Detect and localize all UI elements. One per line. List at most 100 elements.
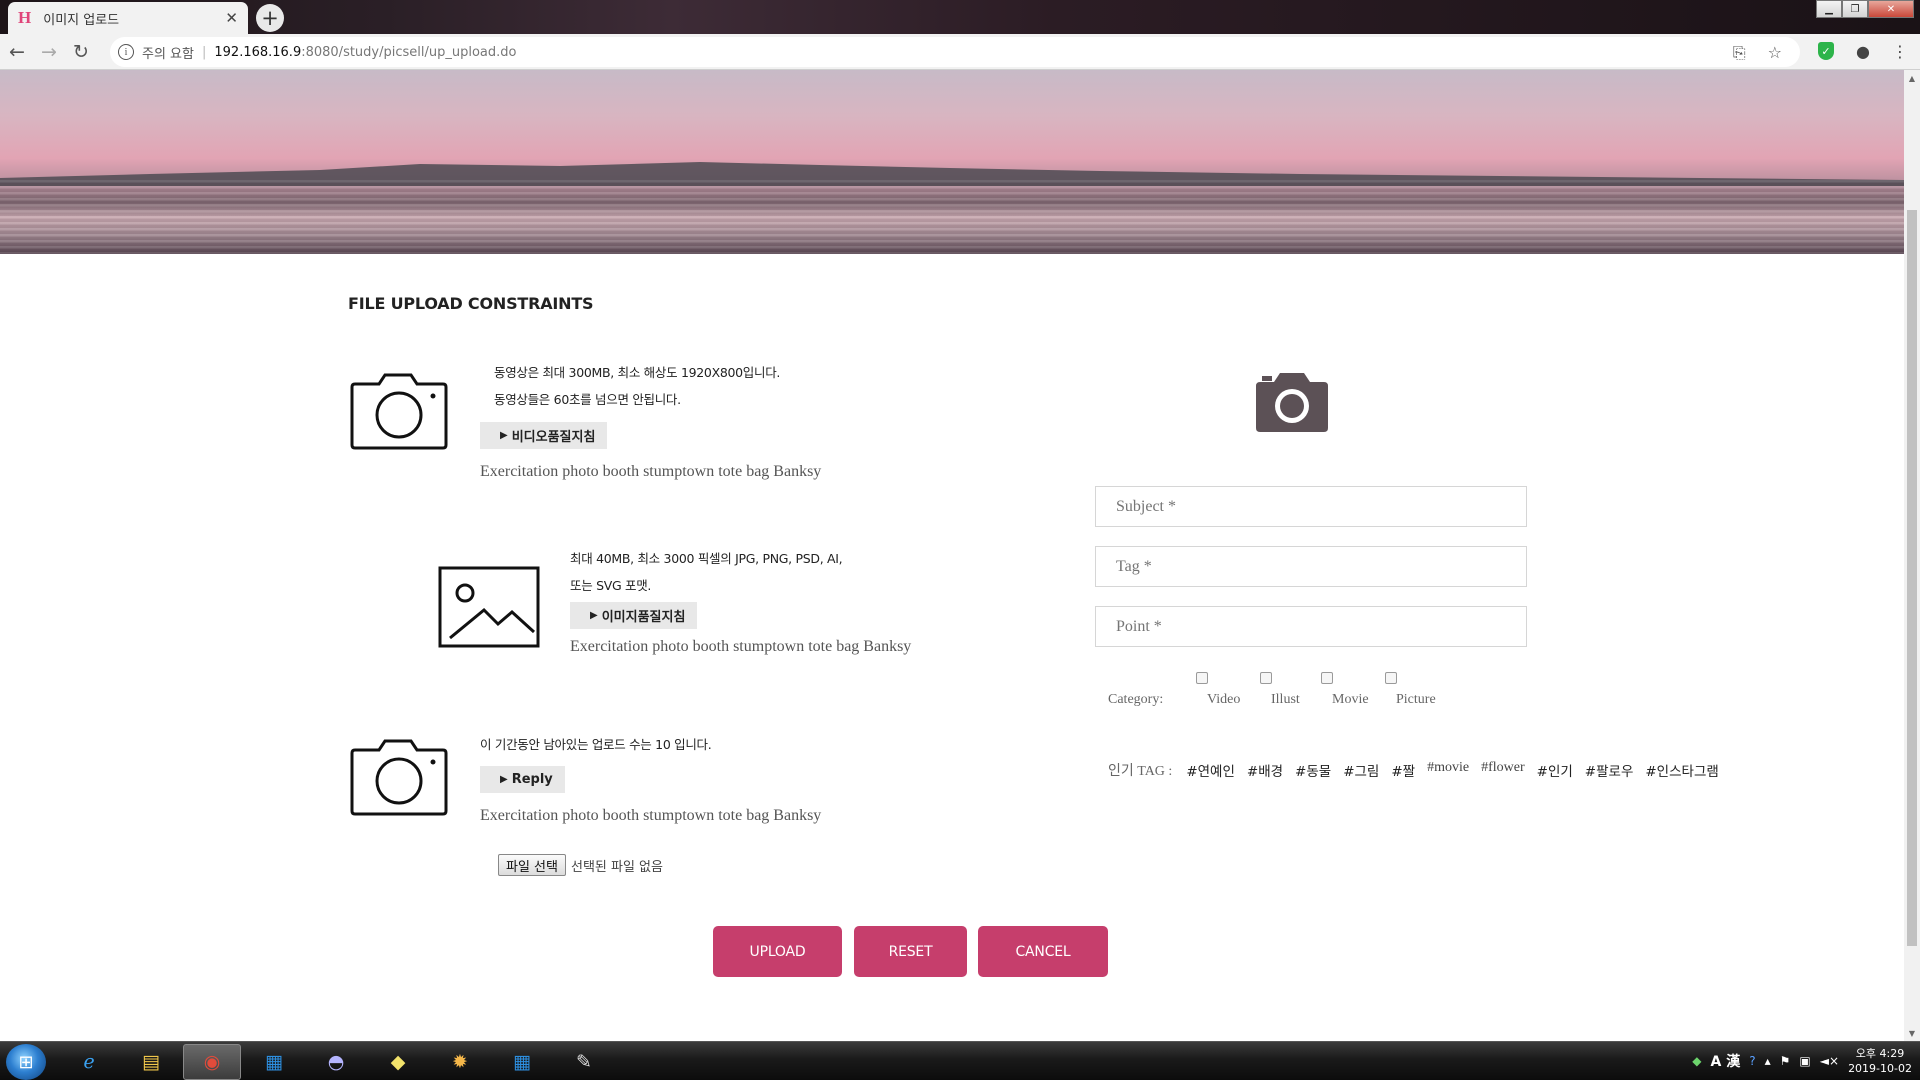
ime-indicator[interactable]: A 漢 [1711, 1051, 1741, 1071]
file-status-text: 선택된 파일 없음 [570, 859, 663, 875]
tab-title: 이미지 업로드 [43, 12, 120, 28]
toolbar-right: ✓ ● ⋮ [1818, 42, 1908, 61]
subject-input[interactable] [1095, 486, 1527, 527]
chrome-icon[interactable]: ◉ [183, 1044, 241, 1080]
scroll-up-arrow-icon[interactable]: ▲ [1904, 70, 1920, 86]
sticky-notes-icon[interactable]: ◆ [369, 1044, 427, 1080]
camera-icon [350, 739, 448, 816]
new-tab-button[interactable]: + [256, 4, 284, 32]
category-checkbox[interactable] [1196, 672, 1208, 684]
profile-icon[interactable]: ● [1856, 42, 1870, 61]
video-description: Exercitation photo booth stumptown tote … [480, 463, 822, 480]
popular-tag[interactable]: #짤 [1391, 760, 1415, 780]
scroll-down-arrow-icon[interactable]: ▼ [1904, 1025, 1920, 1041]
address-separator: | [201, 44, 207, 60]
minimize-button[interactable]: ▁ [1816, 0, 1842, 18]
reset-button[interactable]: RESET [854, 926, 967, 977]
translate-icon[interactable]: ⎘ [1733, 43, 1746, 63]
tab-close-icon[interactable]: ✕ [225, 9, 238, 27]
popular-tag[interactable]: #배경 [1247, 760, 1283, 780]
bandizip-icon[interactable]: ▦ [493, 1044, 551, 1080]
clock-date: 2019-10-02 [1848, 1062, 1912, 1075]
category-option-label: Video [1207, 692, 1241, 707]
popular-tag[interactable]: #팔로우 [1585, 760, 1634, 780]
reply-button[interactable]: Reply [480, 766, 565, 793]
upload-button[interactable]: UPLOAD [713, 926, 842, 977]
popular-tag[interactable]: #인스타그램 [1645, 760, 1718, 780]
system-clock[interactable]: 오후 4:29 2019-10-02 [1848, 1046, 1912, 1076]
browser-toolbar: ← → ↻ i 주의 요함 | 192.168.16.9:8080/study/… [0, 34, 1920, 70]
bookmark-star-icon[interactable]: ☆ [1768, 43, 1782, 63]
reload-button[interactable]: ↻ [66, 37, 96, 67]
popular-tag[interactable]: #movie [1427, 760, 1469, 780]
eclipse-icon[interactable]: ◓ [307, 1044, 365, 1080]
bandicam-icon[interactable]: ▦ [245, 1044, 303, 1080]
section-title: FILE UPLOAD CONSTRAINTS [348, 294, 594, 313]
address-bar[interactable]: i 주의 요함 | 192.168.16.9:8080/study/picsel… [110, 37, 1800, 67]
popular-tag[interactable]: #동물 [1295, 760, 1331, 780]
tray-expand-icon[interactable]: ▴ [1765, 1054, 1771, 1068]
back-button[interactable]: ← [2, 37, 32, 67]
popular-tag[interactable]: #인기 [1537, 760, 1573, 780]
upload-remaining-text: 이 기간동안 남아있는 업로드 수는 10 입니다. [480, 737, 712, 752]
file-explorer-icon[interactable]: ▤ [122, 1044, 180, 1080]
choose-file-button[interactable]: 파일 선택 [498, 854, 566, 876]
internet-explorer-icon[interactable]: ℯ [60, 1044, 118, 1080]
popular-tag[interactable]: #그림 [1343, 760, 1379, 780]
volume-muted-icon[interactable]: ◄× [1820, 1054, 1839, 1068]
camera-icon [350, 373, 448, 450]
shield-tray-icon[interactable]: ◆ [1692, 1054, 1701, 1068]
category-checkbox[interactable] [1260, 672, 1272, 684]
video-constraint-line1: 동영상은 최대 300MB, 최소 해상도 1920X800입니다. [494, 365, 781, 380]
file-input[interactable]: 파일 선택 선택된 파일 없음 [498, 854, 663, 876]
image-constraint-line2: 또는 SVG 포맷. [570, 578, 652, 593]
image-guide-button[interactable]: 이미지품질지침 [570, 602, 698, 629]
site-info-icon[interactable]: i [118, 44, 134, 60]
hero-banner-image [0, 70, 1904, 254]
popular-tag[interactable]: #flower [1481, 760, 1525, 780]
clock-time: 오후 4:29 [1855, 1047, 1905, 1060]
popular-tags: 인기 TAG : #연예인 #배경 #동물 #그림 #짤 #movie #flo… [1108, 760, 1731, 780]
point-input[interactable] [1095, 606, 1527, 647]
popular-tag[interactable]: #연예인 [1186, 760, 1235, 780]
browser-tab[interactable]: H 이미지 업로드 ✕ [8, 2, 248, 34]
category-checkbox[interactable] [1321, 672, 1333, 684]
windows-taskbar: ⊞ ℯ ▤ ◉ ▦ ◓ ◆ ✹ ▦ ✎ ◆ A 漢 ? ▴ ⚑ ▣ ◄× 오후 … [0, 1041, 1920, 1080]
page-viewport: FILE UPLOAD CONSTRAINTS 동영상은 최대 300MB, 최… [0, 70, 1904, 1041]
site-favicon-icon: H [18, 8, 32, 27]
category-selector: Category: Video Illust Movie Picture [1108, 672, 1628, 708]
forward-button[interactable]: → [34, 37, 64, 67]
java-ee-icon[interactable]: ✹ [431, 1044, 489, 1080]
help-icon[interactable]: ? [1749, 1054, 1755, 1068]
image-description: Exercitation photo booth stumptown tote … [570, 638, 912, 655]
system-tray: ◆ A 漢 ? ▴ ⚑ ▣ ◄× 오후 4:29 2019-10-02 [1692, 1046, 1912, 1076]
menu-kebab-icon[interactable]: ⋮ [1892, 42, 1908, 61]
security-label: 주의 요함 [142, 46, 194, 62]
flag-icon[interactable]: ⚑ [1780, 1054, 1791, 1068]
video-constraint-line2: 동영상들은 60초를 넘으면 안됩니다. [494, 392, 681, 407]
category-checkbox[interactable] [1385, 672, 1397, 684]
category-label: Category: [1108, 692, 1164, 707]
network-icon[interactable]: ▣ [1799, 1054, 1810, 1068]
start-button[interactable]: ⊞ [6, 1044, 46, 1080]
shield-extension-icon[interactable]: ✓ [1818, 42, 1835, 60]
hero-water [0, 180, 1904, 254]
cancel-button[interactable]: CANCEL [978, 926, 1108, 977]
image-icon [438, 566, 540, 648]
url-path: :8080/study/picsell/up_upload.do [301, 44, 517, 60]
video-guide-button[interactable]: 비디오품질지침 [480, 422, 608, 449]
close-window-button[interactable]: ✕ [1868, 0, 1914, 18]
url-host: 192.168.16.9 [214, 44, 302, 60]
paint-icon[interactable]: ✎ [555, 1044, 613, 1080]
maximize-button[interactable]: ❐ [1842, 0, 1868, 18]
popular-tags-label: 인기 TAG : [1108, 764, 1173, 779]
vertical-scrollbar[interactable]: ▲ ▼ [1904, 70, 1920, 1041]
category-option-label: Illust [1271, 692, 1300, 707]
address-bar-actions: ⎘ ☆ [1733, 43, 1782, 63]
window-controls: ▁ ❐ ✕ [1816, 0, 1914, 18]
tab-strip: H 이미지 업로드 ✕ + ▁ ❐ ✕ [0, 0, 1920, 34]
camera-upload-icon[interactable] [1254, 370, 1330, 434]
reply-description: Exercitation photo booth stumptown tote … [480, 807, 822, 824]
tag-input[interactable] [1095, 546, 1527, 587]
scrollbar-thumb[interactable] [1907, 210, 1917, 946]
